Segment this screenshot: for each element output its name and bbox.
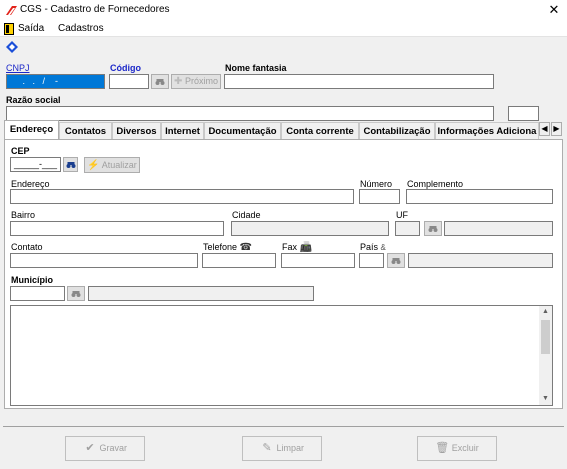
- fax-icon: 📠: [299, 242, 312, 253]
- scroll-down-icon[interactable]: ▼: [541, 395, 550, 403]
- cep-search-button[interactable]: [63, 157, 78, 172]
- excluir-button[interactable]: 🗑 Excluir: [417, 436, 497, 461]
- footer-divider: [3, 426, 564, 427]
- telefone-input[interactable]: [202, 253, 276, 268]
- menu-saida[interactable]: Saída: [18, 23, 44, 34]
- observacoes-memo[interactable]: [10, 305, 553, 406]
- uf-description: [444, 221, 553, 236]
- razao-social-input[interactable]: [6, 106, 494, 121]
- cnpj-label[interactable]: CNPJ: [6, 63, 30, 73]
- uf-label: UF: [396, 210, 408, 220]
- uf-search-button[interactable]: [424, 221, 442, 236]
- limpar-button[interactable]: ✎ Limpar: [242, 436, 322, 461]
- close-button[interactable]: ✕: [545, 1, 563, 18]
- fax-label: Fax 📠: [282, 242, 312, 253]
- window-title: CGS - Cadastro de Fornecedores: [20, 4, 170, 15]
- scroll-up-icon[interactable]: ▲: [541, 308, 550, 316]
- broom-icon: ✎: [262, 442, 272, 454]
- cidade-input[interactable]: [231, 221, 389, 236]
- excluir-label: Excluir: [451, 443, 479, 453]
- municipio-search-button[interactable]: [67, 286, 85, 301]
- complemento-input[interactable]: [406, 189, 553, 204]
- pais-label-text: País: [360, 242, 379, 252]
- atualizar-label: Atualizar: [101, 160, 137, 170]
- municipio-description: [88, 286, 314, 301]
- fax-input[interactable]: [281, 253, 355, 268]
- lightning-icon: ⚡: [87, 160, 100, 171]
- nome-fantasia-label: Nome fantasia: [225, 63, 287, 73]
- tab-informacoes-adicionais[interactable]: Informações Adiciona: [435, 122, 539, 139]
- limpar-label: Limpar: [276, 443, 305, 453]
- nome-fantasia-input[interactable]: [224, 74, 494, 89]
- pais-description: [408, 253, 553, 268]
- tab-strip: Endereço Contatos Diversos Internet Docu…: [4, 120, 564, 140]
- tab-diversos[interactable]: Diversos: [112, 122, 161, 139]
- uf-input[interactable]: [395, 221, 420, 236]
- check-icon: ✔: [85, 442, 95, 454]
- endereco-label: Endereço: [11, 179, 50, 189]
- memo-scroll-thumb[interactable]: [541, 320, 550, 354]
- binoculars-icon: [391, 257, 401, 264]
- razao-social-label: Razão social: [6, 95, 61, 105]
- cidade-label: Cidade: [232, 210, 261, 220]
- bairro-label: Bairro: [11, 210, 36, 220]
- codigo-label: Código: [110, 63, 141, 73]
- plus-icon: ✚: [174, 76, 183, 87]
- numero-label: Número: [360, 179, 393, 189]
- proximo-button[interactable]: ✚ Próximo: [171, 74, 221, 89]
- pais-label: País &: [360, 242, 386, 252]
- contato-input[interactable]: [10, 253, 198, 268]
- cep-label: CEP: [11, 146, 30, 156]
- cnpj-input[interactable]: . . / -: [6, 74, 105, 89]
- municipio-input[interactable]: [10, 286, 65, 301]
- ampersand-icon: &: [380, 243, 386, 252]
- pais-search-button[interactable]: [387, 253, 405, 268]
- tab-endereco[interactable]: Endereço: [4, 120, 59, 139]
- phone-icon: ☎: [239, 242, 253, 253]
- bairro-input[interactable]: [10, 221, 224, 236]
- telefone-label-text: Telefone: [203, 242, 238, 252]
- codigo-search-button[interactable]: [151, 74, 169, 89]
- binoculars-icon: [155, 78, 165, 85]
- tab-conta-corrente[interactable]: Conta corrente: [281, 122, 359, 139]
- pais-input[interactable]: [359, 253, 384, 268]
- telefone-label: Telefone ☎: [203, 242, 252, 253]
- binoculars-icon: [66, 161, 75, 168]
- binoculars-icon: [71, 290, 81, 297]
- extra-input[interactable]: [508, 106, 539, 121]
- cep-input[interactable]: _____-___: [10, 157, 61, 172]
- trash-icon: 🗑: [435, 442, 450, 454]
- app-logo-icon: [6, 6, 17, 15]
- fax-label-text: Fax: [282, 242, 298, 252]
- codigo-input[interactable]: [109, 74, 149, 89]
- proximo-label: Próximo: [184, 76, 218, 86]
- binoculars-icon: [428, 225, 438, 232]
- tab-internet[interactable]: Internet: [161, 122, 204, 139]
- menu-cadastros[interactable]: Cadastros: [58, 23, 104, 34]
- gravar-button[interactable]: ✔ Gravar: [65, 436, 145, 461]
- tab-scroll-left[interactable]: ◀: [539, 122, 550, 136]
- atualizar-button[interactable]: ⚡ Atualizar: [84, 157, 140, 173]
- diamond-icon: [6, 41, 18, 53]
- endereco-input[interactable]: [10, 189, 354, 204]
- tab-documentacao[interactable]: Documentação: [204, 122, 281, 139]
- municipio-label: Município: [11, 275, 53, 285]
- exit-door-icon[interactable]: [4, 23, 14, 35]
- numero-input[interactable]: [359, 189, 400, 204]
- tab-contabilizacao[interactable]: Contabilização: [359, 122, 435, 139]
- complemento-label: Complemento: [407, 179, 464, 189]
- contato-label: Contato: [11, 242, 43, 252]
- tab-scroll-right[interactable]: ▶: [551, 122, 562, 136]
- gravar-label: Gravar: [99, 443, 128, 453]
- tab-contatos[interactable]: Contatos: [59, 122, 112, 139]
